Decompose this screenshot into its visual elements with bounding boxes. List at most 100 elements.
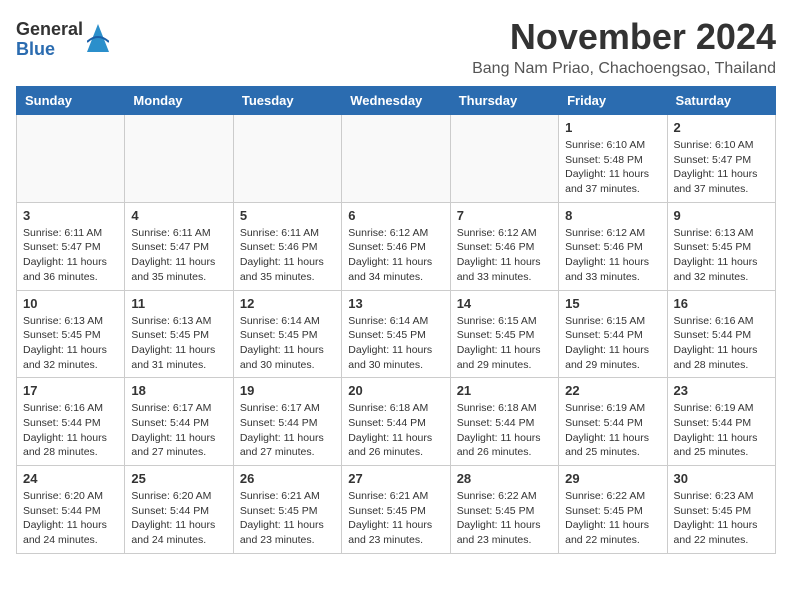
day-info: Sunrise: 6:18 AM Sunset: 5:44 PM Dayligh…	[457, 401, 552, 460]
day-number: 29	[565, 471, 660, 486]
calendar-cell: 23 Sunrise: 6:19 AM Sunset: 5:44 PM Dayli…	[667, 378, 775, 466]
calendar-cell: 11 Sunrise: 6:13 AM Sunset: 5:45 PM Dayli…	[125, 290, 233, 378]
day-number: 20	[348, 383, 443, 398]
day-info: Sunrise: 6:16 AM Sunset: 5:44 PM Dayligh…	[674, 314, 769, 373]
calendar-header-row: SundayMondayTuesdayWednesdayThursdayFrid…	[17, 87, 776, 115]
day-number: 28	[457, 471, 552, 486]
calendar-cell: 14 Sunrise: 6:15 AM Sunset: 5:45 PM Dayli…	[450, 290, 558, 378]
day-info: Sunrise: 6:10 AM Sunset: 5:48 PM Dayligh…	[565, 138, 660, 197]
day-info: Sunrise: 6:13 AM Sunset: 5:45 PM Dayligh…	[674, 226, 769, 285]
day-number: 5	[240, 208, 335, 223]
day-info: Sunrise: 6:16 AM Sunset: 5:44 PM Dayligh…	[23, 401, 118, 460]
calendar-cell: 20 Sunrise: 6:18 AM Sunset: 5:44 PM Dayli…	[342, 378, 450, 466]
calendar-cell: 22Sunrise: 6:19 AM Sunset: 5:44 PM Dayli…	[559, 378, 667, 466]
day-number: 22	[565, 383, 660, 398]
day-info: Sunrise: 6:11 AM Sunset: 5:47 PM Dayligh…	[23, 226, 118, 285]
day-info: Sunrise: 6:13 AM Sunset: 5:45 PM Dayligh…	[23, 314, 118, 373]
calendar-cell: 7 Sunrise: 6:12 AM Sunset: 5:46 PM Daylig…	[450, 202, 558, 290]
day-number: 16	[674, 296, 769, 311]
day-number: 27	[348, 471, 443, 486]
logo-icon	[87, 24, 109, 52]
calendar-cell: 8 Sunrise: 6:12 AM Sunset: 5:46 PM Daylig…	[559, 202, 667, 290]
day-number: 9	[674, 208, 769, 223]
day-number: 14	[457, 296, 552, 311]
day-info: Sunrise: 6:11 AM Sunset: 5:47 PM Dayligh…	[131, 226, 226, 285]
day-info: Sunrise: 6:21 AM Sunset: 5:45 PM Dayligh…	[240, 489, 335, 548]
col-header-friday: Friday	[559, 87, 667, 115]
day-number: 21	[457, 383, 552, 398]
logo: General Blue	[16, 20, 109, 60]
calendar-week-5: 24 Sunrise: 6:20 AM Sunset: 5:44 PM Dayli…	[17, 466, 776, 554]
day-info: Sunrise: 6:14 AM Sunset: 5:45 PM Dayligh…	[240, 314, 335, 373]
calendar-cell: 4 Sunrise: 6:11 AM Sunset: 5:47 PM Daylig…	[125, 202, 233, 290]
calendar-cell: 13Sunrise: 6:14 AM Sunset: 5:45 PM Dayli…	[342, 290, 450, 378]
calendar-cell: 5 Sunrise: 6:11 AM Sunset: 5:46 PM Daylig…	[233, 202, 341, 290]
calendar-week-2: 3 Sunrise: 6:11 AM Sunset: 5:47 PM Daylig…	[17, 202, 776, 290]
col-header-saturday: Saturday	[667, 87, 775, 115]
calendar-cell: 10Sunrise: 6:13 AM Sunset: 5:45 PM Dayli…	[17, 290, 125, 378]
day-info: Sunrise: 6:20 AM Sunset: 5:44 PM Dayligh…	[23, 489, 118, 548]
day-info: Sunrise: 6:18 AM Sunset: 5:44 PM Dayligh…	[348, 401, 443, 460]
calendar-cell: 17 Sunrise: 6:16 AM Sunset: 5:44 PM Dayli…	[17, 378, 125, 466]
calendar-week-1: 1 Sunrise: 6:10 AM Sunset: 5:48 PM Daylig…	[17, 115, 776, 203]
day-number: 7	[457, 208, 552, 223]
day-info: Sunrise: 6:23 AM Sunset: 5:45 PM Dayligh…	[674, 489, 769, 548]
day-info: Sunrise: 6:17 AM Sunset: 5:44 PM Dayligh…	[240, 401, 335, 460]
calendar-cell: 1 Sunrise: 6:10 AM Sunset: 5:48 PM Daylig…	[559, 115, 667, 203]
calendar-cell: 29 Sunrise: 6:22 AM Sunset: 5:45 PM Dayli…	[559, 466, 667, 554]
calendar-cell: 30Sunrise: 6:23 AM Sunset: 5:45 PM Dayli…	[667, 466, 775, 554]
day-number: 25	[131, 471, 226, 486]
calendar-week-3: 10Sunrise: 6:13 AM Sunset: 5:45 PM Dayli…	[17, 290, 776, 378]
calendar-cell: 16 Sunrise: 6:16 AM Sunset: 5:44 PM Dayli…	[667, 290, 775, 378]
calendar-cell: 12Sunrise: 6:14 AM Sunset: 5:45 PM Dayli…	[233, 290, 341, 378]
day-info: Sunrise: 6:20 AM Sunset: 5:44 PM Dayligh…	[131, 489, 226, 548]
calendar-cell: 18Sunrise: 6:17 AM Sunset: 5:44 PM Dayli…	[125, 378, 233, 466]
day-number: 3	[23, 208, 118, 223]
day-number: 19	[240, 383, 335, 398]
calendar-cell	[450, 115, 558, 203]
calendar-cell: 21 Sunrise: 6:18 AM Sunset: 5:44 PM Dayli…	[450, 378, 558, 466]
day-number: 11	[131, 296, 226, 311]
day-number: 18	[131, 383, 226, 398]
day-info: Sunrise: 6:19 AM Sunset: 5:44 PM Dayligh…	[674, 401, 769, 460]
page-header: General Blue November 2024 Bang Nam Pria…	[16, 16, 776, 78]
col-header-monday: Monday	[125, 87, 233, 115]
day-info: Sunrise: 6:15 AM Sunset: 5:45 PM Dayligh…	[457, 314, 552, 373]
day-info: Sunrise: 6:10 AM Sunset: 5:47 PM Dayligh…	[674, 138, 769, 197]
calendar-cell	[17, 115, 125, 203]
calendar-cell	[342, 115, 450, 203]
calendar-cell: 25 Sunrise: 6:20 AM Sunset: 5:44 PM Dayli…	[125, 466, 233, 554]
day-info: Sunrise: 6:12 AM Sunset: 5:46 PM Dayligh…	[348, 226, 443, 285]
day-info: Sunrise: 6:22 AM Sunset: 5:45 PM Dayligh…	[565, 489, 660, 548]
day-number: 1	[565, 120, 660, 135]
calendar-cell: 24 Sunrise: 6:20 AM Sunset: 5:44 PM Dayli…	[17, 466, 125, 554]
calendar-cell: 27 Sunrise: 6:21 AM Sunset: 5:45 PM Dayli…	[342, 466, 450, 554]
day-info: Sunrise: 6:13 AM Sunset: 5:45 PM Dayligh…	[131, 314, 226, 373]
day-number: 24	[23, 471, 118, 486]
logo-blue: Blue	[16, 40, 83, 60]
day-info: Sunrise: 6:12 AM Sunset: 5:46 PM Dayligh…	[457, 226, 552, 285]
day-number: 2	[674, 120, 769, 135]
day-number: 26	[240, 471, 335, 486]
day-number: 8	[565, 208, 660, 223]
calendar-cell: 6Sunrise: 6:12 AM Sunset: 5:46 PM Daylig…	[342, 202, 450, 290]
calendar-cell	[125, 115, 233, 203]
day-number: 23	[674, 383, 769, 398]
calendar-cell: 2 Sunrise: 6:10 AM Sunset: 5:47 PM Daylig…	[667, 115, 775, 203]
day-info: Sunrise: 6:22 AM Sunset: 5:45 PM Dayligh…	[457, 489, 552, 548]
calendar-cell: 15Sunrise: 6:15 AM Sunset: 5:44 PM Dayli…	[559, 290, 667, 378]
title-area: November 2024 Bang Nam Priao, Chachoengs…	[472, 16, 776, 78]
calendar-cell	[233, 115, 341, 203]
calendar-cell: 28 Sunrise: 6:22 AM Sunset: 5:45 PM Dayli…	[450, 466, 558, 554]
day-number: 13	[348, 296, 443, 311]
day-info: Sunrise: 6:15 AM Sunset: 5:44 PM Dayligh…	[565, 314, 660, 373]
calendar-cell: 26 Sunrise: 6:21 AM Sunset: 5:45 PM Dayli…	[233, 466, 341, 554]
day-info: Sunrise: 6:12 AM Sunset: 5:46 PM Dayligh…	[565, 226, 660, 285]
col-header-wednesday: Wednesday	[342, 87, 450, 115]
day-info: Sunrise: 6:11 AM Sunset: 5:46 PM Dayligh…	[240, 226, 335, 285]
day-info: Sunrise: 6:21 AM Sunset: 5:45 PM Dayligh…	[348, 489, 443, 548]
day-number: 17	[23, 383, 118, 398]
calendar-cell: 19 Sunrise: 6:17 AM Sunset: 5:44 PM Dayli…	[233, 378, 341, 466]
col-header-tuesday: Tuesday	[233, 87, 341, 115]
day-number: 4	[131, 208, 226, 223]
